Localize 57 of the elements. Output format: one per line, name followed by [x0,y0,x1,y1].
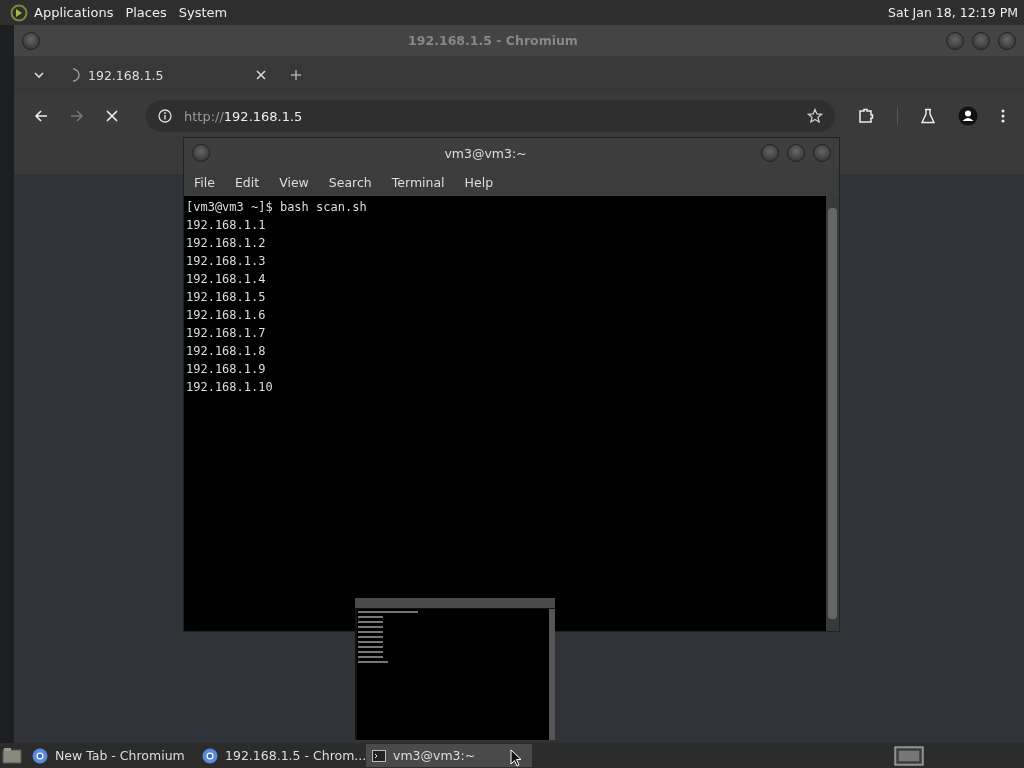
terminal-icon [372,749,386,762]
menu-item[interactable]: Search [328,174,372,190]
show-desktop-icon[interactable] [2,746,22,765]
menu-item[interactable]: Help [464,174,494,190]
distro-logo-icon [10,3,28,22]
maximize-button[interactable] [787,144,805,162]
close-button[interactable] [813,144,831,162]
window-menu-button[interactable] [22,31,40,50]
window-title: vm3@vm3:~ [443,145,528,161]
globe-icon [202,747,218,764]
menu-item[interactable]: View [279,174,309,190]
taskbar-item[interactable]: New Tab - Chromium [26,744,192,767]
forward-arrow-icon[interactable] [70,109,84,123]
profile-icon[interactable] [958,106,978,126]
more-menu-icon[interactable] [1000,108,1006,124]
url-text: http://192.168.1.5 [184,108,304,124]
clock[interactable]: Sat Jan 18, 12:19 PM [888,5,1018,20]
panel-menu[interactable]: Applications [34,5,114,20]
menu-item[interactable]: Terminal [391,174,445,190]
close-button[interactable] [998,31,1016,50]
address-bar[interactable]: http://192.168.1.5 [146,100,835,132]
terminal-line: 192.168.1.8 [186,343,267,360]
taskbar-item[interactable]: vm3@vm3:~ [366,744,532,767]
chevron-down-icon[interactable] [34,71,44,79]
panel-menu[interactable]: System [178,5,228,20]
terminal-line: [vm3@vm3 ~]$ bash scan.sh [186,199,368,216]
menu-item[interactable]: Edit [234,174,260,190]
browser-tab[interactable]: 192.168.1.5 [62,60,272,90]
stop-loading-icon[interactable] [106,110,118,122]
mouse-pointer-icon [510,749,522,767]
terminal-line: 192.168.1.7 [186,325,267,342]
terminal-line: 192.168.1.5 [186,289,267,306]
terminal-line: 192.168.1.3 [186,253,267,270]
window-title: 192.168.1.5 - Chromium [407,33,579,48]
terminal-line: 192.168.1.10 [186,379,274,396]
minimize-button[interactable] [946,31,964,50]
minimize-button[interactable] [761,144,779,162]
globe-icon [32,747,48,764]
window-menu-button[interactable] [192,144,210,162]
terminal-line: 192.168.1.4 [186,271,267,288]
panel-menu[interactable]: Places [125,5,167,20]
terminal-line: 192.168.1.9 [186,361,267,378]
back-arrow-icon[interactable] [34,109,48,123]
scrollbar[interactable] [826,196,839,631]
close-tab-icon[interactable] [256,70,266,80]
workspace-switcher-icon[interactable] [894,745,924,766]
maximize-button[interactable] [972,31,990,50]
terminal-line: 192.168.1.6 [186,307,267,324]
menu-item[interactable]: File [194,174,215,190]
new-tab-icon[interactable] [290,69,302,81]
terminal-line: 192.168.1.2 [186,235,267,252]
info-icon[interactable] [158,109,172,123]
loading-spinner-icon [72,68,80,82]
bookmark-star-icon[interactable] [807,108,823,124]
puzzle-piece-icon[interactable] [857,107,875,125]
terminal-line: 192.168.1.1 [186,217,267,234]
flask-icon[interactable] [920,108,936,124]
